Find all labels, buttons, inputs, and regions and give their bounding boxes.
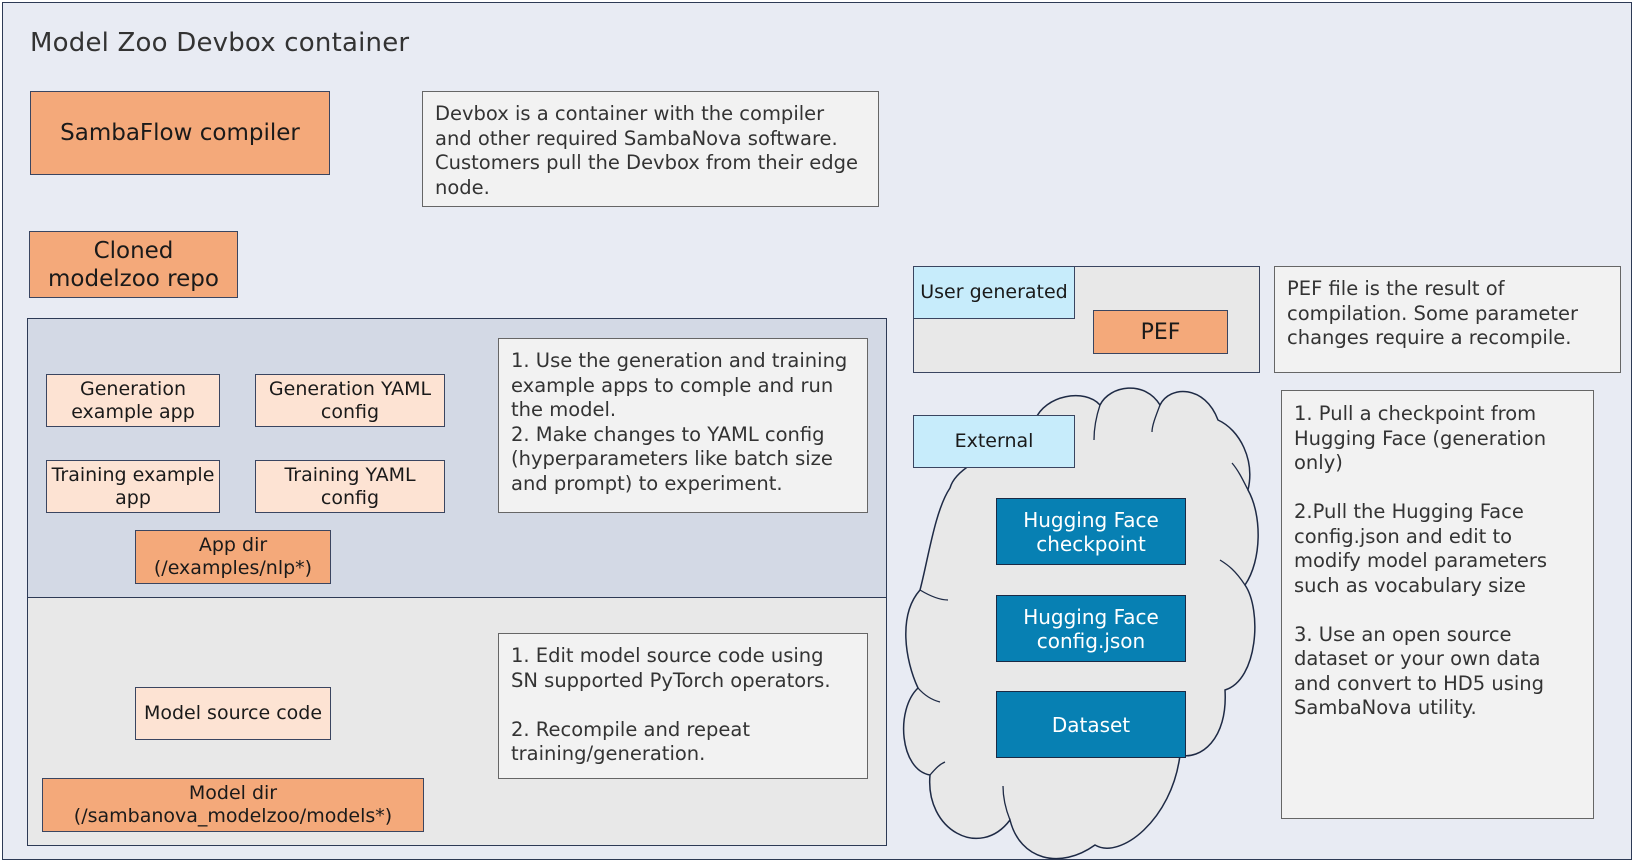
dataset-box: Dataset xyxy=(996,691,1186,758)
hf-config-json-box: Hugging Face config.json xyxy=(996,595,1186,662)
hf-checkpoint-box: Hugging Face checkpoint xyxy=(996,498,1186,565)
external-note: 1. Pull a checkpoint from Hugging Face (… xyxy=(1281,390,1594,819)
external-label: External xyxy=(913,415,1075,468)
